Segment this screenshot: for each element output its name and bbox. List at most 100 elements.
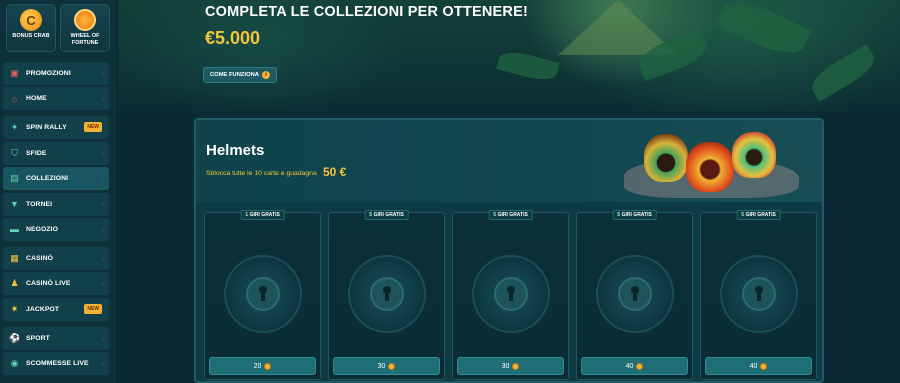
tile-label: WHEEL OF FORTUNE [70, 33, 100, 46]
sidebar-item-home[interactable]: ⌂ HOME › [3, 87, 109, 111]
locked-card[interactable]: 5 GIRI GRATIS 40 [700, 210, 817, 380]
leaf-decoration [806, 44, 880, 102]
keyhole-icon [258, 286, 268, 302]
shield-icon: ⛉ [11, 147, 18, 158]
coin-icon [264, 362, 272, 370]
sidebar-item-label: PROMOZIONI [26, 70, 71, 77]
lock-emblem [223, 255, 302, 333]
helmet-image [732, 132, 776, 178]
live-bet-icon: ◉ [10, 358, 19, 369]
free-spins-count: 5 [617, 212, 621, 218]
hero-amount: €5.000 [205, 28, 261, 48]
keyhole-icon [630, 286, 640, 302]
shop-icon: ▬ [10, 224, 19, 235]
sidebar-item-label: SFIDE [26, 149, 47, 157]
free-spins-label: GIRI GRATIS [745, 212, 776, 218]
leaf-decoration [714, 0, 812, 63]
home-icon: ⌂ [11, 93, 18, 104]
sidebar-tiles: C BONUS CRAB WHEEL OF FORTUNE [0, 0, 117, 56]
sidebar-item-label: SPORT [26, 334, 50, 342]
sidebar-item-sport[interactable]: ⚽ SPORT › [3, 326, 109, 350]
sidebar-item-label: SPIN RALLY [26, 124, 67, 132]
locked-card[interactable]: 1 GIRI GRATIS 20 [204, 210, 321, 380]
chevron-right-icon: › [101, 253, 104, 263]
dealer-icon: ♟ [10, 278, 19, 289]
locked-card[interactable]: 5 GIRI GRATIS 30 [452, 210, 569, 380]
coin-icon [760, 362, 768, 370]
trophy-icon: ▼ [10, 199, 19, 210]
rally-icon: ✦ [10, 122, 19, 133]
sidebar-item-collezioni[interactable]: ▤ COLLEZIONI › [3, 167, 109, 191]
new-badge: NEW [84, 122, 102, 133]
free-spins-label: GIRI GRATIS [373, 212, 404, 218]
cards-icon: ▤ [10, 173, 19, 184]
sidebar-item-label: TORNEI [26, 200, 53, 208]
hero-title: COMPLETA LE COLLEZIONI PER OTTENERE! [205, 4, 528, 20]
free-spins-label: GIRI GRATIS [621, 212, 652, 218]
sidebar-item-sfide[interactable]: ⛉ SFIDE › [3, 141, 109, 165]
chevron-right-icon: › [101, 359, 104, 369]
football-icon: ⚽ [9, 332, 21, 343]
buy-card-button[interactable]: 30 [333, 357, 440, 375]
sidebar-item-promozioni[interactable]: ▣ PROMOZIONI › [3, 62, 109, 85]
free-spins-tag: 5 GIRI GRATIS [612, 210, 657, 220]
wheel-of-fortune-tile[interactable]: WHEEL OF FORTUNE [60, 4, 110, 52]
collection-title: Helmets [206, 142, 265, 159]
how-it-works-label: COME FUNZIONA [210, 72, 259, 78]
buy-card-button[interactable]: 20 [209, 357, 316, 375]
free-spins-tag: 1 GIRI GRATIS [240, 210, 285, 220]
locked-card[interactable]: 5 GIRI GRATIS 30 [328, 210, 445, 380]
card-price: 40 [625, 362, 634, 370]
hero-banner: COMPLETA LE COLLEZIONI PER OTTENERE! €5.… [118, 0, 900, 112]
coin-icon [636, 362, 644, 370]
sidebar: C BONUS CRAB WHEEL OF FORTUNE ▣ PROMOZIO… [0, 0, 118, 383]
sidebar-item-scommesse-live[interactable]: ◉ SCOMMESSE LIVE › [3, 352, 109, 376]
chevron-right-icon: › [101, 174, 104, 184]
free-spins-tag: 5 GIRI GRATIS [736, 210, 781, 220]
new-badge: NEW [84, 303, 102, 314]
info-icon: i [261, 71, 270, 79]
coin-icon [512, 362, 520, 370]
card-price: 20 [253, 362, 262, 370]
helmet-image [686, 142, 734, 192]
sidebar-item-casino[interactable]: ▦ CASINÒ › [3, 246, 109, 270]
buy-card-button[interactable]: 40 [581, 357, 688, 375]
sidebar-item-jackpot[interactable]: ✷ JACKPOT NEW [3, 297, 109, 321]
gift-icon: ▣ [10, 68, 19, 78]
sidebar-item-label: CASINÒ LIVE [26, 280, 71, 288]
sidebar-item-casino-live[interactable]: ♟ CASINÒ LIVE › [3, 272, 109, 296]
chevron-right-icon: › [101, 148, 104, 158]
leaf-decoration [496, 47, 560, 85]
how-it-works-button[interactable]: COME FUNZIONA i [203, 67, 277, 83]
free-spins-tag: 5 GIRI GRATIS [488, 210, 533, 220]
lock-emblem [347, 255, 426, 333]
keyhole-icon [382, 286, 392, 302]
sidebar-item-label: SCOMMESSE LIVE [26, 360, 89, 368]
lock-emblem [719, 255, 798, 333]
card-price: 40 [749, 362, 758, 370]
sidebar-item-spin-rally[interactable]: ✦ SPIN RALLY NEW [3, 116, 109, 140]
free-spins-count: 5 [741, 212, 745, 218]
sidebar-item-label: JACKPOT [26, 305, 60, 313]
chevron-right-icon: › [101, 279, 104, 289]
keyhole-icon [754, 286, 764, 302]
bonus-crab-tile[interactable]: C BONUS CRAB [6, 4, 56, 52]
coin-icon [388, 362, 396, 370]
chevron-right-icon: › [101, 333, 104, 343]
card-price: 30 [377, 362, 386, 370]
helmets-illustration [604, 128, 814, 200]
free-spins-label: GIRI GRATIS [249, 212, 280, 218]
keyhole-icon [506, 286, 516, 302]
collection-cards: 1 GIRI GRATIS 20 5 GIRI GRATIS 30 5 GIRI… [204, 210, 817, 380]
tile-label: BONUS CRAB [12, 33, 50, 39]
sidebar-item-label: COLLEZIONI [26, 175, 69, 183]
buy-card-button[interactable]: 40 [705, 357, 812, 375]
sidebar-item-label: HOME [26, 95, 47, 103]
free-spins-tag: 5 GIRI GRATIS [364, 210, 409, 220]
buy-card-button[interactable]: 30 [457, 357, 564, 375]
sidebar-item-label: CASINÒ [26, 254, 54, 262]
sidebar-item-tornei[interactable]: ▼ TORNEI › [3, 192, 109, 216]
locked-card[interactable]: 5 GIRI GRATIS 40 [576, 210, 693, 380]
free-spins-label: GIRI GRATIS [497, 212, 528, 218]
sidebar-item-negozio[interactable]: ▬ NEGOZIO › [3, 217, 109, 241]
